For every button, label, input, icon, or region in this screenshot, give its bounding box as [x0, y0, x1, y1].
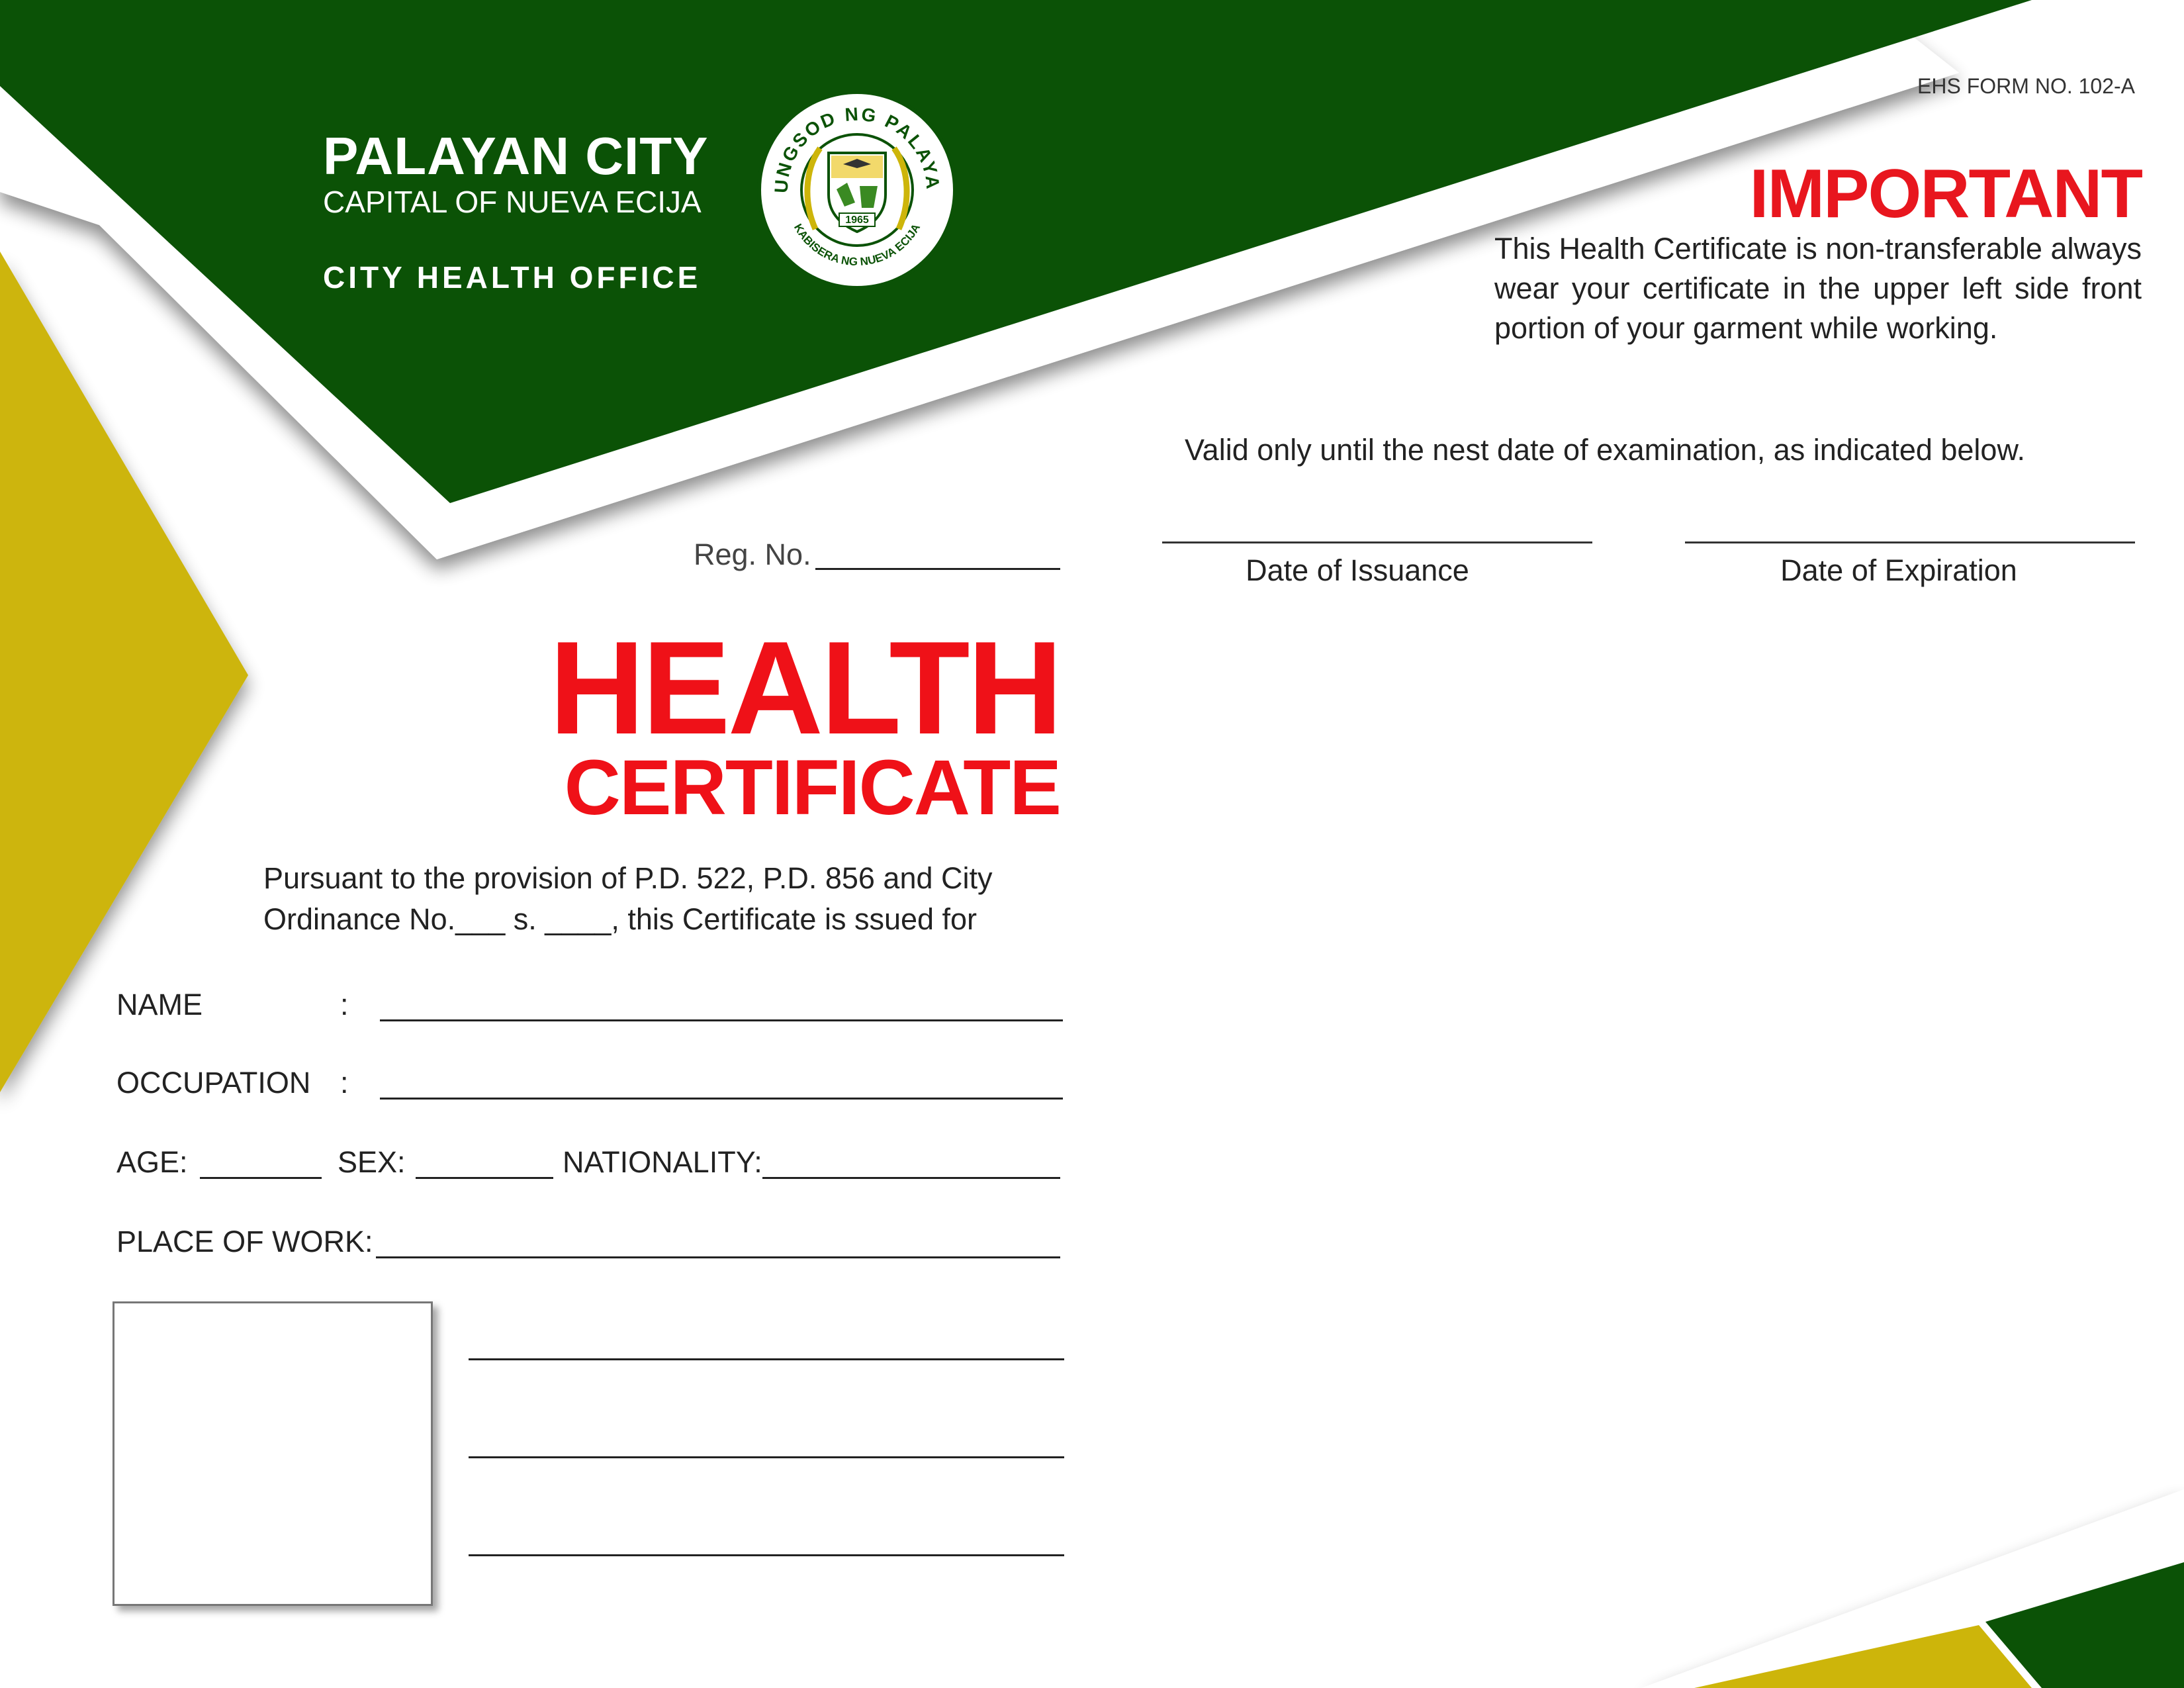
title-certificate: CERTIFICATE: [564, 744, 1062, 831]
photo-box[interactable]: [113, 1301, 433, 1606]
name-field[interactable]: [380, 1019, 1063, 1021]
signature-line-3[interactable]: [469, 1554, 1064, 1556]
nationality-field[interactable]: [762, 1177, 1060, 1179]
name-colon: :: [340, 988, 349, 1021]
age-label: AGE:: [116, 1145, 188, 1179]
city-name: PALAYAN CITY: [323, 126, 709, 185]
health-certificate-page: PALAYAN CITY CAPITAL OF NUEVA ECIJA CITY…: [0, 0, 2184, 1688]
city-subtitle: CAPITAL OF NUEVA ECIJA: [323, 185, 702, 219]
city-seal-icon: LUNGSOD NG PALAYAN KABISERA NG NUEVA ECI…: [757, 90, 957, 290]
important-title: IMPORTANT: [1749, 156, 2143, 232]
office-name: CITY HEALTH OFFICE: [323, 260, 702, 295]
pursuant-paragraph: Pursuant to the provision of P.D. 522, P…: [263, 858, 1064, 940]
date-issuance-label: Date of Issuance: [1246, 553, 1469, 587]
pursuant-line-2: Ordinance No.___ s. ____, this Certifica…: [263, 902, 978, 936]
olive-chevron-shape: [0, 252, 248, 1092]
occupation-label: OCCUPATION: [116, 1066, 311, 1100]
seal-year: 1965: [845, 214, 869, 226]
title-health: HEALTH: [549, 614, 1063, 762]
date-issuance-line[interactable]: [1162, 541, 1592, 543]
age-field[interactable]: [200, 1177, 322, 1179]
place-of-work-label: PLACE OF WORK:: [116, 1225, 373, 1258]
validity-text: Valid only until the nest date of examin…: [1185, 433, 2025, 467]
occupation-colon: :: [340, 1066, 349, 1100]
sex-label: SEX:: [338, 1145, 406, 1179]
reg-no-label: Reg. No.: [694, 538, 811, 571]
important-text: This Health Certificate is non-transfera…: [1494, 232, 2142, 345]
occupation-field[interactable]: [380, 1098, 1063, 1100]
reg-no-line[interactable]: [815, 568, 1060, 570]
pursuant-line-1: Pursuant to the provision of P.D. 522, P…: [263, 861, 993, 895]
name-label: NAME: [116, 988, 203, 1021]
signature-line-2[interactable]: [469, 1456, 1064, 1458]
date-expiration-line[interactable]: [1685, 541, 2135, 543]
signature-line-1[interactable]: [469, 1358, 1064, 1360]
nationality-label: NATIONALITY:: [563, 1145, 762, 1179]
sex-field[interactable]: [416, 1177, 553, 1179]
date-expiration-label: Date of Expiration: [1780, 553, 2017, 587]
place-of-work-field[interactable]: [376, 1256, 1060, 1258]
form-number: EHS FORM NO. 102-A: [1917, 74, 2135, 98]
